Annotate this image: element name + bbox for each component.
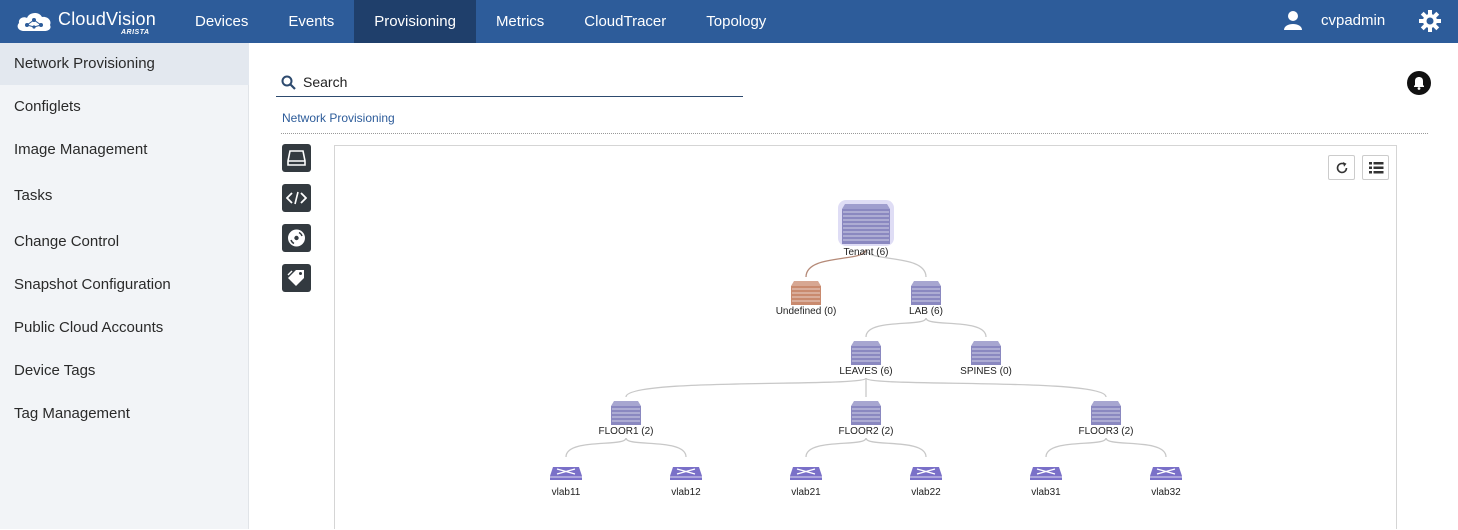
device-button[interactable] [282,144,311,172]
tree-node-vlab21[interactable] [790,467,822,480]
search-input[interactable] [303,74,733,90]
tree-node-label: vlab22 [911,487,941,498]
sidebar-item-tag-management[interactable]: Tag Management [0,392,249,435]
tree-edge [865,317,927,338]
username[interactable]: cvpadmin [1321,12,1385,29]
configlet-button[interactable] [282,184,311,212]
tree-node-label: FLOOR2 (2) [838,426,894,437]
tree-node-undefined[interactable] [791,281,821,305]
tree-node-floor2[interactable] [851,401,881,425]
sidebar-item-network-provisioning[interactable]: Network Provisioning [0,43,249,85]
tree-node-lab[interactable] [911,281,941,305]
tree-node-label: vlab11 [551,487,581,498]
tree-edge [625,437,687,458]
tree-edge [805,437,867,458]
gear-icon[interactable] [1419,10,1441,32]
tree-edge [865,437,927,458]
tree-node-label: vlab21 [791,487,821,498]
tree-node-floor3[interactable] [1091,401,1121,425]
tree-edge [565,437,627,458]
tree-edge [1045,437,1107,458]
tags-icon [287,270,304,286]
topology-canvas[interactable]: Tenant (6) Undefined (0) LAB (6) LEAVES (6)… [334,145,1397,529]
tree-node-label: Tenant (6) [843,247,889,258]
tree-node-label: vlab31 [1031,487,1061,498]
tree-node-label: FLOOR1 (2) [598,426,654,437]
tree-edge [865,377,1107,398]
nav-topology[interactable]: Topology [686,0,786,43]
cloud-logo-icon [17,12,51,31]
tree-edge [1105,437,1167,458]
tree-edge [625,377,867,398]
tree-node-floor1[interactable] [611,401,641,425]
tree-node-tenant[interactable] [838,200,894,246]
tree-node-label: FLOOR3 (2) [1078,426,1134,437]
logo-subtext: ARISTA [121,29,150,36]
tree-node-label: Undefined (0) [775,306,837,317]
tree-node-vlab31[interactable] [1030,467,1062,480]
tree-node-vlab11[interactable] [550,467,582,480]
sidebar-item-image-management[interactable]: Image Management [0,128,249,171]
nav-cloudtracer[interactable]: CloudTracer [564,0,686,43]
tree-node-leaves[interactable] [851,341,881,365]
breadcrumb[interactable]: Network Provisioning [282,111,395,125]
tree-node-label: LEAVES (6) [839,366,893,377]
nav-devices[interactable]: Devices [175,0,268,43]
tree-node-vlab22[interactable] [910,467,942,480]
tree-node-label: vlab12 [671,487,701,498]
search-bar [276,70,743,97]
user-icon[interactable] [1283,10,1303,30]
tree-node-vlab32[interactable] [1150,467,1182,480]
tree-node-spines[interactable] [971,341,1001,365]
tree-node-label: LAB (6) [909,306,943,317]
tags-button[interactable] [282,264,311,292]
tree-node-vlab12[interactable] [670,467,702,480]
code-icon [286,191,307,205]
nav-provisioning[interactable]: Provisioning [354,0,476,43]
sidebar: Network Provisioning Configlets Image Ma… [0,43,249,529]
main-nav: Devices Events Provisioning Metrics Clou… [175,0,786,43]
sidebar-item-device-tags[interactable]: Device Tags [0,349,249,392]
top-navbar: CloudVision ARISTA Devices Events Provis… [0,0,1458,43]
device-icon [287,150,306,166]
logo-text: CloudVision [58,9,156,29]
sidebar-item-snapshot-configuration[interactable]: Snapshot Configuration [0,263,249,306]
nav-events[interactable]: Events [268,0,354,43]
tree-node-label: vlab32 [1151,487,1181,498]
sidebar-item-change-control[interactable]: Change Control [0,220,249,263]
container-tree [550,200,1182,480]
sidebar-item-tasks[interactable]: Tasks [0,174,249,217]
sidebar-item-public-cloud-accounts[interactable]: Public Cloud Accounts [0,306,249,349]
tree-node-label: SPINES (0) [960,366,1012,377]
sidebar-item-configlets[interactable]: Configlets [0,85,249,128]
search-icon [281,75,296,90]
tree-edge [925,317,987,338]
cloudvision-logo[interactable]: CloudVision ARISTA [15,6,165,38]
notification-bell-icon[interactable] [1407,71,1431,95]
image-disc-icon [288,229,305,247]
nav-metrics[interactable]: Metrics [476,0,564,43]
image-button[interactable] [282,224,311,252]
divider [281,133,1428,134]
